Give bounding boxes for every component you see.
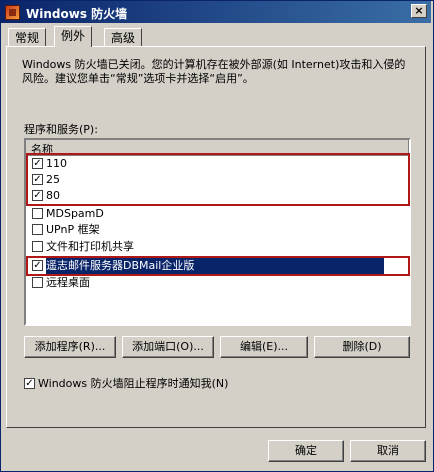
tab-general[interactable]: 常规 [8,28,47,46]
add-port-button[interactable]: 添加端口(O)... [122,336,214,358]
checkbox[interactable] [32,207,43,219]
annotation-highlight-ports [26,153,410,206]
tab-exceptions[interactable]: 例外 [54,26,93,47]
list-item[interactable]: 文件和打印机共享 [32,239,134,255]
notify-option[interactable]: ✓ Windows 防火墙阻止程序时通知我(N) [24,375,228,391]
notify-label: Windows 防火墙阻止程序时通知我(N) [38,377,229,390]
edit-button[interactable]: 编辑(E)... [220,336,308,358]
firewall-off-warning: Windows 防火墙已关闭。您的计算机存在被外部源(如 Internet)攻击… [22,58,406,85]
list-item[interactable]: MDSpamD [32,206,104,222]
checkbox[interactable] [32,223,43,235]
window-title: Windows 防火墙 [26,7,128,21]
programs-label: 程序和服务(P): [24,123,98,136]
notify-checkbox[interactable]: ✓ [24,377,35,389]
firewall-icon [5,5,20,20]
cancel-button[interactable]: 取消 [350,440,426,462]
close-button[interactable]: × [411,4,427,18]
checkbox[interactable] [32,276,43,288]
title-bar[interactable]: Windows 防火墙 × [1,1,431,23]
checkbox[interactable] [32,240,43,252]
list-item[interactable]: UPnP 框架 [32,222,100,238]
tab-advanced[interactable]: 高级 [104,28,143,46]
ok-button[interactable]: 确定 [268,440,344,462]
list-item[interactable]: 远程桌面 [32,275,90,291]
delete-button[interactable]: 删除(D) [314,336,410,358]
add-program-button[interactable]: 添加程序(R)... [24,336,116,358]
annotation-highlight-dbmail [26,256,410,276]
